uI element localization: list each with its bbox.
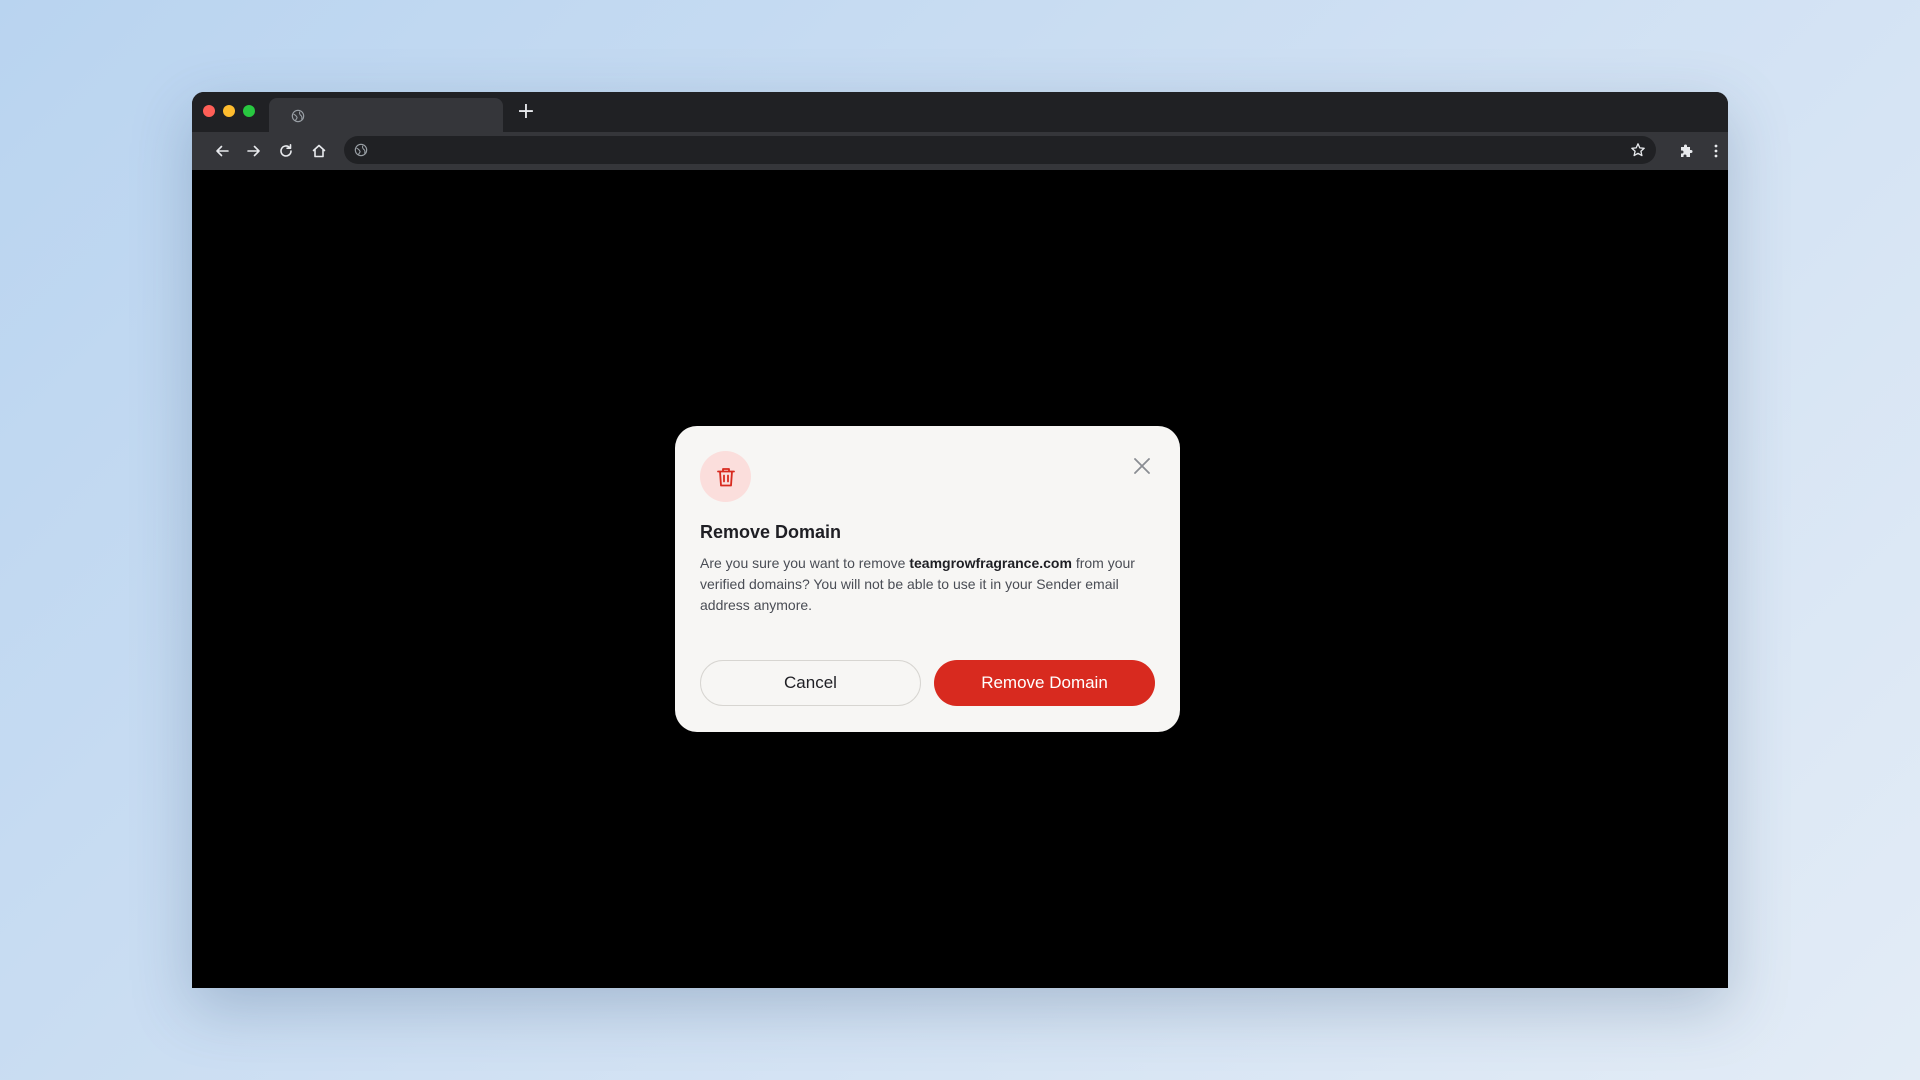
minimize-window-button[interactable]: [223, 105, 235, 117]
browser-tab[interactable]: [269, 98, 503, 132]
dialog-message: Are you sure you want to remove teamgrow…: [700, 553, 1160, 616]
new-tab-button[interactable]: +: [514, 100, 538, 124]
reload-icon: [280, 144, 292, 157]
star-icon[interactable]: [1630, 142, 1646, 158]
kebab-menu-icon: [1714, 144, 1718, 158]
close-window-button[interactable]: [203, 105, 215, 117]
dialog-title: Remove Domain: [700, 522, 842, 542]
tab-strip: +: [192, 92, 1728, 132]
domain-name: teamgrowfragrance.com: [909, 555, 1072, 571]
maximize-window-button[interactable]: [243, 105, 255, 117]
browser-menu-button[interactable]: [1704, 139, 1728, 163]
cancel-button[interactable]: Cancel: [700, 660, 921, 706]
arrow-right-icon: [247, 145, 260, 157]
globe-icon: [354, 143, 368, 157]
home-button[interactable]: [307, 139, 331, 163]
reload-button[interactable]: [274, 139, 298, 163]
remove-domain-dialog: Remove Domain Are you sure you want to r…: [675, 426, 1180, 732]
browser-toolbar: [192, 132, 1728, 170]
forward-button[interactable]: [242, 139, 266, 163]
arrow-left-icon: [216, 145, 229, 157]
message-prefix: Are you sure you want to remove: [700, 555, 910, 571]
close-icon: [1134, 458, 1150, 474]
remove-domain-button[interactable]: Remove Domain: [934, 660, 1155, 706]
extensions-button[interactable]: [1674, 139, 1698, 163]
close-dialog-button[interactable]: [1130, 454, 1154, 478]
home-icon: [312, 144, 326, 158]
trash-icon-badge: [700, 451, 751, 502]
puzzle-icon: [1681, 144, 1693, 157]
globe-icon: [291, 109, 305, 123]
address-bar[interactable]: [344, 136, 1656, 164]
trash-icon: [716, 467, 735, 486]
browser-window: + Remove Domain Are you sure you want to…: [192, 92, 1728, 988]
back-button[interactable]: [210, 139, 234, 163]
